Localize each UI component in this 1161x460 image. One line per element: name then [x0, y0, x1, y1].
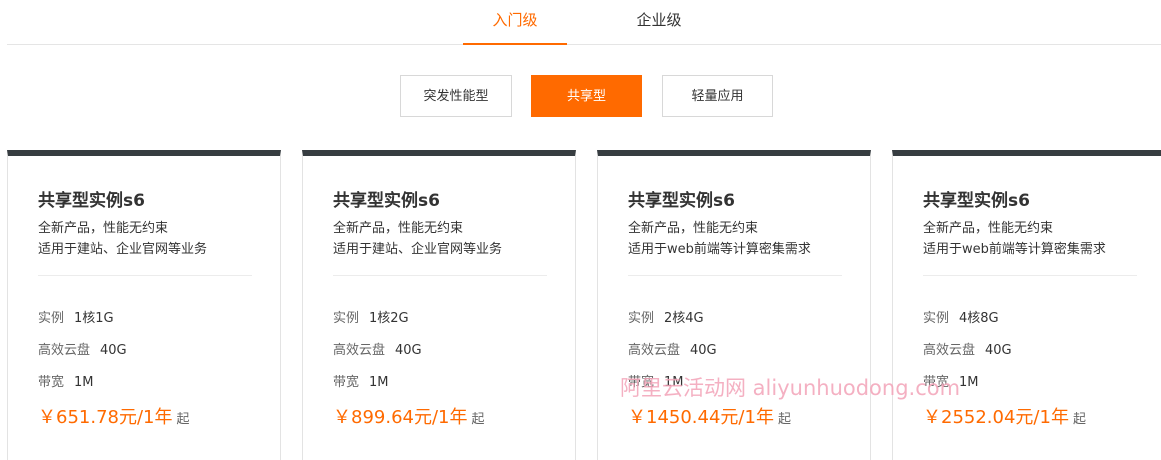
price-suffix: 起: [176, 412, 190, 427]
card-divider: [628, 275, 842, 276]
filter-burstable-button[interactable]: 突发性能型: [400, 75, 512, 117]
spec-disk: 高效云盘 40G: [923, 339, 1012, 358]
spec-value: 2核4G: [664, 311, 704, 326]
spec-label: 实例: [923, 311, 950, 326]
spec-instance: 实例 1核1G: [38, 307, 114, 326]
card-title: 共享型实例s6: [628, 191, 735, 211]
card-price: ￥1450.44元/1年起: [628, 403, 791, 429]
filter-shared-button[interactable]: 共享型: [531, 75, 642, 117]
spec-bandwidth: 带宽 1M: [38, 371, 94, 390]
card-use-case: 适用于建站、企业官网等业务: [333, 242, 503, 257]
spec-label: 实例: [628, 311, 655, 326]
spec-value: 1M: [74, 375, 94, 390]
card-divider: [923, 275, 1137, 276]
card-title: 共享型实例s6: [333, 191, 440, 211]
spec-value: 40G: [395, 343, 422, 358]
spec-label: 高效云盘: [333, 343, 386, 358]
tab-enterprise-level[interactable]: 企业级: [607, 0, 711, 44]
spec-disk: 高效云盘 40G: [628, 339, 717, 358]
price-suffix: 起: [777, 412, 791, 427]
spec-value: 4核8G: [959, 311, 999, 326]
spec-instance: 实例 1核2G: [333, 307, 409, 326]
spec-value: 1M: [369, 375, 389, 390]
spec-value: 1M: [664, 375, 684, 390]
spec-label: 带宽: [38, 375, 65, 390]
card-desc: 全新产品，性能无约束: [923, 221, 1054, 236]
card-desc: 全新产品，性能无约束: [38, 221, 169, 236]
spec-disk: 高效云盘 40G: [333, 339, 422, 358]
spec-label: 带宽: [333, 375, 360, 390]
spec-bandwidth: 带宽 1M: [628, 371, 684, 390]
tab-entry-level[interactable]: 入门级: [463, 0, 567, 45]
card-divider: [38, 275, 252, 276]
spec-bandwidth: 带宽 1M: [333, 371, 389, 390]
spec-value: 40G: [100, 343, 127, 358]
card-price: ￥2552.04元/1年起: [923, 403, 1086, 429]
spec-label: 高效云盘: [38, 343, 91, 358]
spec-instance: 实例 4核8G: [923, 307, 999, 326]
spec-value: 1M: [959, 375, 979, 390]
card-title: 共享型实例s6: [923, 191, 1030, 211]
spec-value: 40G: [690, 343, 717, 358]
price-amount: ￥2552.04元/1年: [923, 407, 1069, 428]
product-card[interactable]: 共享型实例s6 全新产品，性能无约束 适用于web前端等计算密集需求 实例 4核8…: [892, 150, 1161, 460]
card-use-case: 适用于web前端等计算密集需求: [628, 242, 811, 257]
card-desc: 全新产品，性能无约束: [333, 221, 464, 236]
spec-label: 带宽: [628, 375, 655, 390]
card-use-case: 适用于建站、企业官网等业务: [38, 242, 208, 257]
card-divider: [333, 275, 547, 276]
spec-value: 40G: [985, 343, 1012, 358]
spec-bandwidth: 带宽 1M: [923, 371, 979, 390]
card-title: 共享型实例s6: [38, 191, 145, 211]
spec-label: 高效云盘: [923, 343, 976, 358]
level-tabs: 入门级 企业级: [7, 0, 1161, 45]
product-card[interactable]: 共享型实例s6 全新产品，性能无约束 适用于建站、企业官网等业务 实例 1核1G …: [7, 150, 281, 460]
spec-label: 高效云盘: [628, 343, 681, 358]
spec-disk: 高效云盘 40G: [38, 339, 127, 358]
spec-label: 实例: [333, 311, 360, 326]
price-amount: ￥651.78元/1年: [38, 407, 173, 428]
product-card[interactable]: 共享型实例s6 全新产品，性能无约束 适用于建站、企业官网等业务 实例 1核2G …: [302, 150, 576, 460]
price-amount: ￥899.64元/1年: [333, 407, 468, 428]
card-price: ￥651.78元/1年起: [38, 403, 190, 429]
card-price: ￥899.64元/1年起: [333, 403, 485, 429]
price-amount: ￥1450.44元/1年: [628, 407, 774, 428]
spec-label: 实例: [38, 311, 65, 326]
product-card[interactable]: 共享型实例s6 全新产品，性能无约束 适用于web前端等计算密集需求 实例 2核4…: [597, 150, 871, 460]
price-suffix: 起: [471, 412, 485, 427]
card-desc: 全新产品，性能无约束: [628, 221, 759, 236]
card-use-case: 适用于web前端等计算密集需求: [923, 242, 1106, 257]
spec-value: 1核1G: [74, 311, 114, 326]
spec-label: 带宽: [923, 375, 950, 390]
spec-value: 1核2G: [369, 311, 409, 326]
spec-instance: 实例 2核4G: [628, 307, 704, 326]
filter-lightweight-button[interactable]: 轻量应用: [662, 75, 773, 117]
price-suffix: 起: [1072, 412, 1086, 427]
